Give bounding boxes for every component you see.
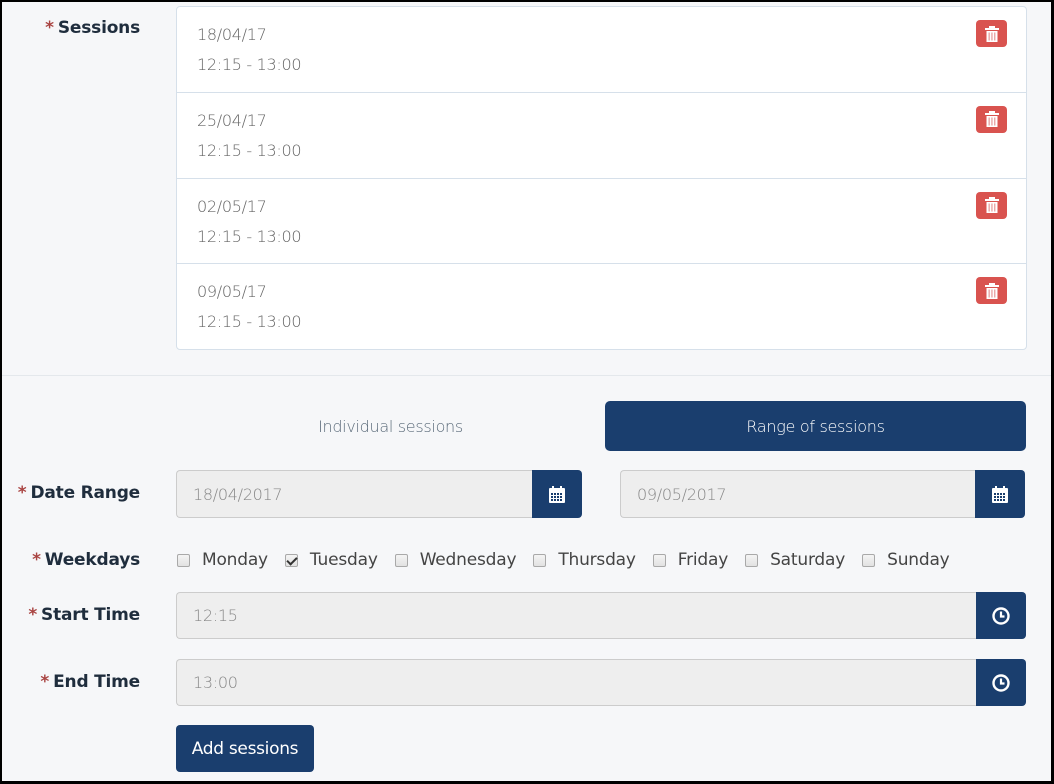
start-time-clock-button[interactable] [976, 592, 1026, 639]
clock-icon [992, 606, 1010, 625]
end-date-input[interactable]: 09/05/2017 [620, 470, 975, 518]
weekday-sunday[interactable]: Sunday [861, 550, 950, 570]
weekdays-label: * Weekdays [32, 550, 140, 570]
session-item: 25/04/17 12:15 - 13:00 [177, 93, 1026, 179]
start-time-group: 12:15 [176, 592, 1026, 639]
end-date-group: 09/05/2017 [620, 470, 1025, 518]
weekday-wednesday[interactable]: Wednesday [394, 550, 517, 570]
session-date: 09/05/17 [197, 282, 267, 302]
end-time-group: 13:00 [176, 659, 1026, 706]
session-item: 18/04/17 12:15 - 13:00 [177, 7, 1026, 93]
start-date-group: 18/04/2017 [176, 470, 582, 518]
session-time: 12:15 - 13:00 [197, 226, 302, 246]
session-date: 18/04/17 [197, 25, 267, 44]
required-marker: * [45, 18, 54, 38]
delete-session-button[interactable] [976, 277, 1007, 305]
weekday-monday[interactable]: Monday [176, 550, 268, 570]
session-time: 12:15 - 13:00 [197, 55, 302, 74]
calendar-icon [992, 485, 1008, 503]
required-marker: * [28, 605, 38, 625]
required-marker: * [32, 550, 41, 570]
session-item: 02/05/17 12:15 - 13:00 [177, 179, 1026, 265]
end-time-label: * End Time [40, 672, 140, 692]
end-time-clock-button[interactable] [976, 659, 1026, 706]
thursday-checkbox[interactable] [533, 553, 547, 567]
delete-session-button[interactable] [976, 191, 1007, 219]
weekday-saturday[interactable]: Saturday [744, 550, 845, 570]
start-time-label: * Start Time [28, 605, 140, 625]
sessions-label: * Sessions [45, 18, 140, 38]
start-date-calendar-button[interactable] [532, 470, 582, 518]
tab-individual-sessions[interactable]: Individual sessions [180, 401, 601, 451]
trash-icon [984, 111, 999, 128]
start-date-input[interactable]: 18/04/2017 [176, 470, 532, 518]
tab-range-of-sessions[interactable]: Range of sessions [605, 401, 1026, 451]
clock-icon [992, 673, 1010, 692]
end-time-input[interactable]: 13:00 [176, 659, 976, 706]
session-item: 09/05/17 12:15 - 13:00 [177, 264, 1026, 350]
session-time: 12:15 - 13:00 [197, 312, 302, 332]
saturday-checkbox[interactable] [745, 553, 759, 567]
required-marker: * [40, 672, 50, 692]
start-time-input[interactable]: 12:15 [176, 592, 976, 639]
calendar-icon [549, 485, 565, 503]
friday-checkbox[interactable] [652, 553, 666, 567]
delete-session-button[interactable] [976, 20, 1007, 47]
end-date-calendar-button[interactable] [975, 470, 1025, 518]
weekday-friday[interactable]: Friday [652, 550, 728, 570]
trash-icon [984, 197, 999, 213]
session-time: 12:15 - 13:00 [197, 140, 302, 160]
section-divider [2, 375, 1051, 376]
session-date: 02/05/17 [197, 196, 267, 216]
delete-session-button[interactable] [976, 105, 1007, 133]
add-sessions-button[interactable]: Add sessions [176, 725, 314, 772]
session-date: 25/04/17 [197, 110, 267, 130]
trash-icon [984, 25, 999, 42]
monday-checkbox[interactable] [177, 553, 190, 567]
weekday-checkboxes: Monday Tuesday Wednesday Thursday Friday… [176, 548, 966, 572]
tuesday-checkbox[interactable] [284, 553, 298, 567]
weekday-thursday[interactable]: Thursday [532, 550, 636, 570]
date-range-label: * Date Range [17, 483, 140, 503]
wednesday-checkbox[interactable] [394, 553, 408, 567]
sessions-list: 18/04/17 12:15 - 13:00 25/04/17 12:15 - … [176, 6, 1027, 350]
required-marker: * [17, 483, 27, 503]
trash-icon [984, 282, 999, 299]
weekday-tuesday[interactable]: Tuesday [284, 550, 378, 570]
sunday-checkbox[interactable] [862, 553, 876, 567]
